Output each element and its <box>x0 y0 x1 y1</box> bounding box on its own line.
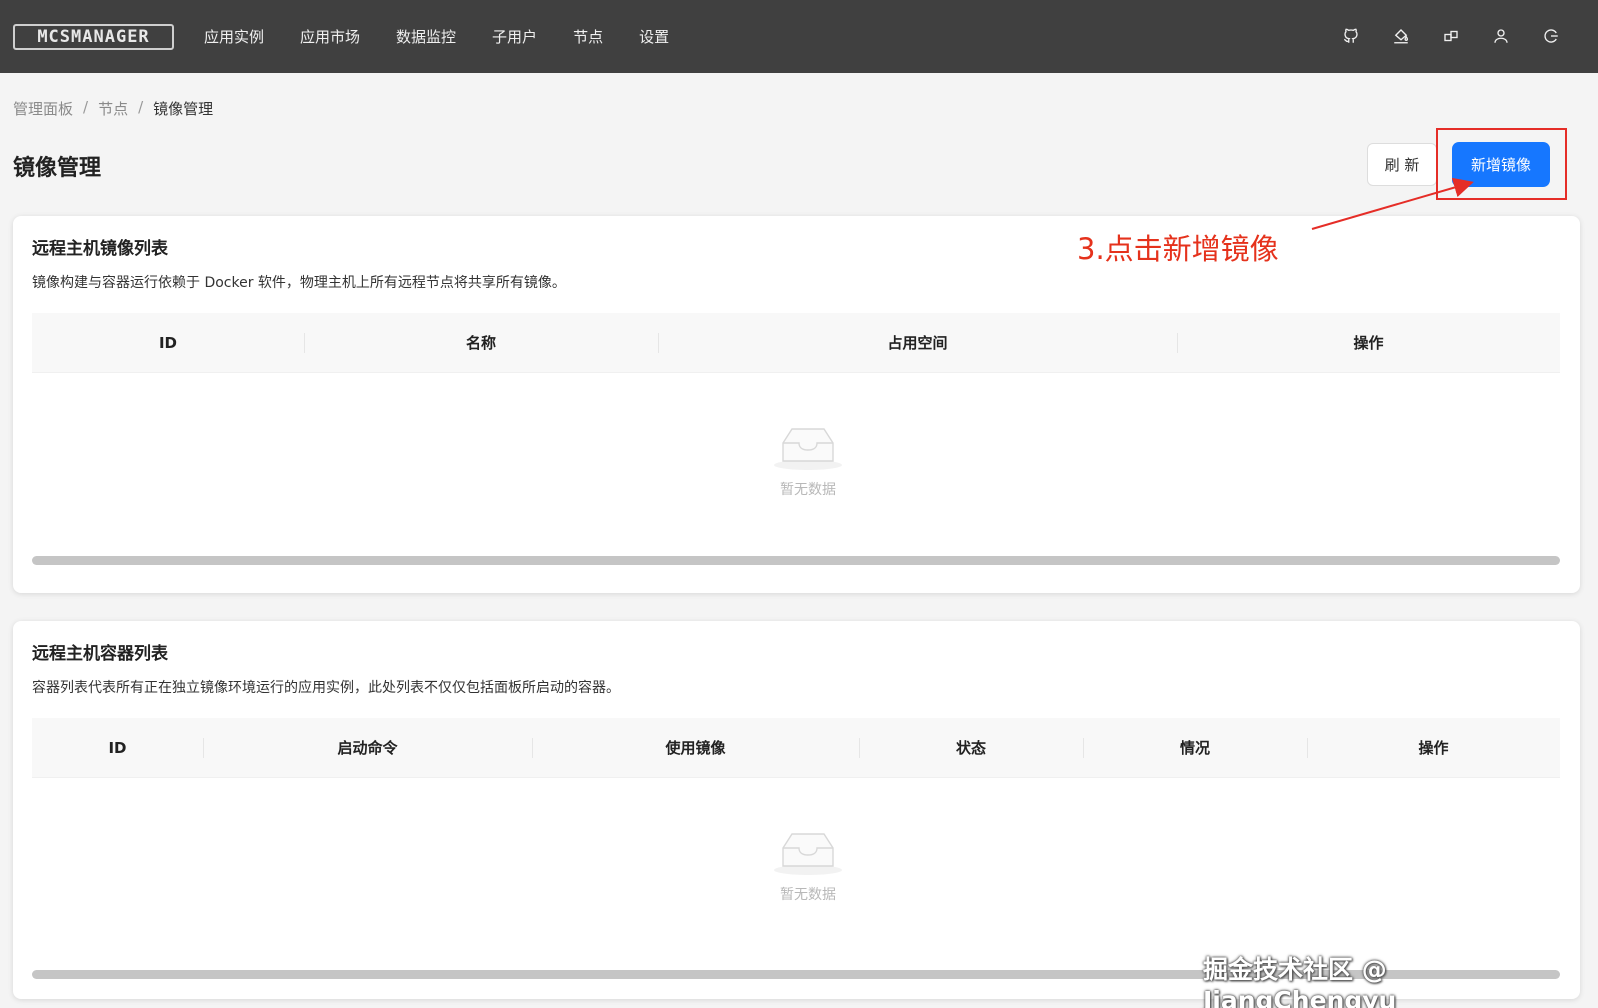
nav-item-subusers[interactable]: 子用户 <box>492 26 537 47</box>
column-header-id[interactable]: ID <box>32 313 304 372</box>
layout-icon[interactable] <box>1439 24 1463 48</box>
container-table-empty: 暂无数据 <box>743 826 873 904</box>
watermark: 掘金技术社区 @ JiangChengyu_ <box>1203 955 1409 1008</box>
logout-icon[interactable] <box>1539 24 1563 48</box>
column-header-name[interactable]: 名称 <box>304 313 658 372</box>
column-header-actions[interactable]: 操作 <box>1307 718 1560 777</box>
nav-item-nodes[interactable]: 节点 <box>573 26 603 47</box>
paint-bucket-icon[interactable] <box>1389 24 1413 48</box>
column-header-id[interactable]: ID <box>32 718 203 777</box>
image-table-empty: 暂无数据 <box>743 421 873 499</box>
header-actions <box>1313 24 1563 48</box>
breadcrumb-item-nodes[interactable]: 节点 <box>98 98 128 119</box>
nav-item-instances[interactable]: 应用实例 <box>204 26 264 47</box>
column-header-state[interactable]: 状态 <box>859 718 1083 777</box>
breadcrumb-separator: / <box>83 98 89 116</box>
column-header-actions[interactable]: 操作 <box>1177 313 1560 372</box>
column-header-command[interactable]: 启动命令 <box>203 718 532 777</box>
top-navbar: MCSMANAGER 应用实例 应用市场 数据监控 子用户 节点 设置 <box>0 0 1598 73</box>
main-nav: 应用实例 应用市场 数据监控 子用户 节点 设置 <box>204 26 705 47</box>
breadcrumb-item-current: 镜像管理 <box>153 100 214 118</box>
refresh-button[interactable]: 刷 新 <box>1367 143 1437 186</box>
nav-item-market[interactable]: 应用市场 <box>300 26 360 47</box>
empty-inbox-icon <box>774 428 842 470</box>
page-title: 镜像管理 <box>13 156 102 181</box>
image-list-card: 远程主机镜像列表 镜像构建与容器运行依赖于 Docker 软件，物理主机上所有远… <box>13 216 1580 593</box>
breadcrumb-separator: / <box>138 98 144 116</box>
horizontal-scrollbar[interactable] <box>32 556 1560 565</box>
container-table-header: ID 启动命令 使用镜像 状态 情况 操作 <box>32 718 1560 778</box>
empty-text: 暂无数据 <box>780 482 836 498</box>
image-list-title: 远程主机镜像列表 <box>32 239 168 259</box>
annotation-highlight-box <box>1436 128 1567 200</box>
container-list-description: 容器列表代表所有正在独立镜像环境运行的应用实例，此处列表不仅仅包括面板所启动的容… <box>32 680 620 696</box>
image-table-header: ID 名称 占用空间 操作 <box>32 313 1560 373</box>
breadcrumb-item-dashboard[interactable]: 管理面板 <box>13 98 73 119</box>
empty-inbox-icon <box>774 833 842 875</box>
container-list-title: 远程主机容器列表 <box>32 644 168 664</box>
column-header-status[interactable]: 情况 <box>1083 718 1307 777</box>
empty-text: 暂无数据 <box>780 887 836 903</box>
column-header-image[interactable]: 使用镜像 <box>532 718 859 777</box>
nav-item-monitor[interactable]: 数据监控 <box>396 26 456 47</box>
user-icon[interactable] <box>1489 24 1513 48</box>
github-icon[interactable] <box>1339 24 1363 48</box>
image-list-description: 镜像构建与容器运行依赖于 Docker 软件，物理主机上所有远程节点将共享所有镜… <box>32 275 566 291</box>
column-header-size[interactable]: 占用空间 <box>658 313 1177 372</box>
app-logo[interactable]: MCSMANAGER <box>13 23 174 50</box>
annotation-text: 3.点击新增镜像 <box>1077 232 1279 266</box>
breadcrumb: 管理面板 / 节点 / 镜像管理 <box>13 98 213 119</box>
nav-item-settings[interactable]: 设置 <box>639 26 669 47</box>
container-list-card: 远程主机容器列表 容器列表代表所有正在独立镜像环境运行的应用实例，此处列表不仅仅… <box>13 621 1580 999</box>
